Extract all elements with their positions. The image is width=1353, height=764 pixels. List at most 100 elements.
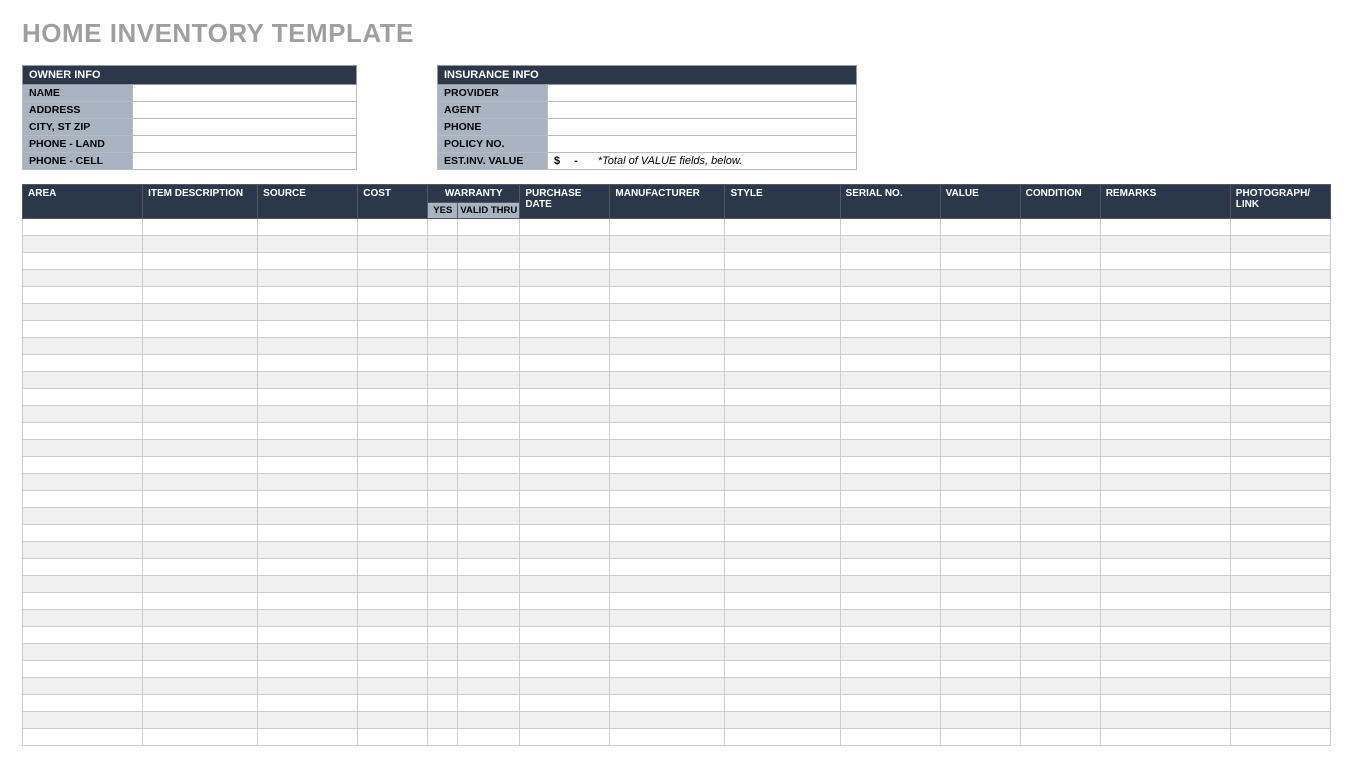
table-cell[interactable]	[1100, 678, 1230, 695]
table-cell[interactable]	[520, 576, 610, 593]
table-cell[interactable]	[1100, 270, 1230, 287]
table-cell[interactable]	[840, 712, 940, 729]
table-cell[interactable]	[458, 610, 520, 627]
table-cell[interactable]	[258, 542, 358, 559]
table-cell[interactable]	[940, 474, 1020, 491]
table-cell[interactable]	[1230, 219, 1330, 236]
table-cell[interactable]	[940, 644, 1020, 661]
table-cell[interactable]	[1100, 610, 1230, 627]
table-cell[interactable]	[1230, 542, 1330, 559]
table-cell[interactable]	[143, 423, 258, 440]
owner-field-input[interactable]	[133, 136, 357, 153]
table-cell[interactable]	[428, 729, 458, 746]
table-cell[interactable]	[725, 661, 840, 678]
table-cell[interactable]	[458, 321, 520, 338]
table-cell[interactable]	[1100, 644, 1230, 661]
table-cell[interactable]	[1020, 661, 1100, 678]
table-cell[interactable]	[840, 661, 940, 678]
table-cell[interactable]	[520, 695, 610, 712]
table-cell[interactable]	[725, 729, 840, 746]
table-cell[interactable]	[458, 474, 520, 491]
table-cell[interactable]	[940, 678, 1020, 695]
table-cell[interactable]	[610, 219, 725, 236]
insurance-field-input[interactable]	[548, 102, 857, 119]
table-cell[interactable]	[143, 729, 258, 746]
table-cell[interactable]	[23, 304, 143, 321]
insurance-field-input[interactable]	[548, 136, 857, 153]
table-cell[interactable]	[520, 321, 610, 338]
table-cell[interactable]	[258, 321, 358, 338]
table-cell[interactable]	[1020, 542, 1100, 559]
table-cell[interactable]	[1020, 712, 1100, 729]
owner-field-input[interactable]	[133, 153, 357, 170]
table-cell[interactable]	[258, 440, 358, 457]
table-cell[interactable]	[358, 355, 428, 372]
table-cell[interactable]	[725, 219, 840, 236]
table-cell[interactable]	[1020, 287, 1100, 304]
table-cell[interactable]	[940, 372, 1020, 389]
table-cell[interactable]	[520, 712, 610, 729]
table-cell[interactable]	[23, 678, 143, 695]
table-cell[interactable]	[143, 542, 258, 559]
table-cell[interactable]	[258, 406, 358, 423]
table-cell[interactable]	[358, 372, 428, 389]
table-cell[interactable]	[520, 423, 610, 440]
table-cell[interactable]	[358, 678, 428, 695]
table-cell[interactable]	[610, 355, 725, 372]
table-cell[interactable]	[725, 355, 840, 372]
table-cell[interactable]	[610, 627, 725, 644]
table-cell[interactable]	[610, 304, 725, 321]
owner-field-input[interactable]	[133, 102, 357, 119]
table-cell[interactable]	[258, 355, 358, 372]
table-cell[interactable]	[358, 440, 428, 457]
table-cell[interactable]	[1230, 593, 1330, 610]
table-cell[interactable]	[1100, 355, 1230, 372]
table-cell[interactable]	[428, 678, 458, 695]
table-cell[interactable]	[428, 525, 458, 542]
table-cell[interactable]	[840, 440, 940, 457]
table-cell[interactable]	[725, 270, 840, 287]
table-cell[interactable]	[610, 661, 725, 678]
table-cell[interactable]	[428, 338, 458, 355]
table-cell[interactable]	[143, 338, 258, 355]
table-cell[interactable]	[458, 219, 520, 236]
table-cell[interactable]	[1100, 712, 1230, 729]
table-cell[interactable]	[610, 576, 725, 593]
table-cell[interactable]	[1230, 627, 1330, 644]
table-cell[interactable]	[1020, 508, 1100, 525]
table-cell[interactable]	[725, 287, 840, 304]
table-cell[interactable]	[258, 236, 358, 253]
table-cell[interactable]	[23, 508, 143, 525]
table-cell[interactable]	[1020, 321, 1100, 338]
table-cell[interactable]	[1100, 661, 1230, 678]
table-cell[interactable]	[725, 253, 840, 270]
table-cell[interactable]	[1020, 729, 1100, 746]
table-cell[interactable]	[1230, 678, 1330, 695]
table-cell[interactable]	[23, 457, 143, 474]
table-cell[interactable]	[1020, 525, 1100, 542]
table-cell[interactable]	[458, 627, 520, 644]
table-cell[interactable]	[520, 627, 610, 644]
table-cell[interactable]	[428, 542, 458, 559]
table-cell[interactable]	[258, 270, 358, 287]
table-cell[interactable]	[23, 542, 143, 559]
table-cell[interactable]	[258, 389, 358, 406]
table-cell[interactable]	[143, 236, 258, 253]
table-cell[interactable]	[458, 338, 520, 355]
table-cell[interactable]	[143, 627, 258, 644]
table-cell[interactable]	[840, 491, 940, 508]
table-cell[interactable]	[1100, 423, 1230, 440]
table-cell[interactable]	[1230, 389, 1330, 406]
table-cell[interactable]	[1100, 695, 1230, 712]
table-cell[interactable]	[1100, 576, 1230, 593]
table-cell[interactable]	[610, 406, 725, 423]
table-cell[interactable]	[725, 423, 840, 440]
table-cell[interactable]	[258, 372, 358, 389]
table-cell[interactable]	[940, 695, 1020, 712]
table-cell[interactable]	[1100, 338, 1230, 355]
table-cell[interactable]	[1100, 525, 1230, 542]
table-cell[interactable]	[458, 542, 520, 559]
table-cell[interactable]	[143, 321, 258, 338]
table-cell[interactable]	[610, 253, 725, 270]
table-cell[interactable]	[725, 559, 840, 576]
